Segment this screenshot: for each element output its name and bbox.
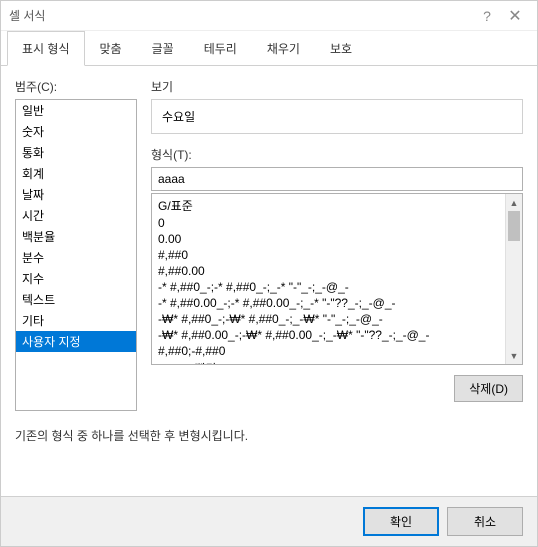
format-item[interactable]: -* #,##0.00_-;-* #,##0.00_-;_-* "-"??_-;… [152,295,505,311]
tab-alignment[interactable]: 맞춤 [85,31,137,66]
category-item-scientific[interactable]: 지수 [16,268,136,289]
format-item[interactable]: -* #,##0_-;-* #,##0_-;_-* "-"_-;_-@_- [152,279,505,295]
dialog-window: 셀 서식 ? ✕ 표시 형식 맞춤 글꼴 테두리 채우기 보호 범주(C): 일… [0,0,538,547]
preview-label: 보기 [151,78,523,95]
scrollbar[interactable]: ▲ ▼ [505,194,522,364]
category-item-accounting[interactable]: 회계 [16,163,136,184]
titlebar: 셀 서식 ? ✕ [1,1,537,31]
format-item[interactable]: #,##0 [152,247,505,263]
category-item-date[interactable]: 날짜 [16,184,136,205]
scroll-down-icon[interactable]: ▼ [506,347,522,364]
format-item[interactable]: #,##0;-#,##0 [152,343,505,359]
format-item[interactable]: -₩* #,##0_-;-₩* #,##0_-;_-₩* "-"_-;_-@_- [152,311,505,327]
scroll-thumb[interactable] [508,211,520,241]
category-item-special[interactable]: 기타 [16,310,136,331]
hint-text: 기존의 형식 중 하나를 선택한 후 변형시킵니다. [15,427,523,444]
category-listbox[interactable]: 일반 숫자 통화 회계 날짜 시간 백분율 분수 지수 텍스트 기타 사용자 지… [15,99,137,411]
format-input[interactable] [151,167,523,191]
cancel-button[interactable]: 취소 [447,507,523,536]
category-item-time[interactable]: 시간 [16,205,136,226]
delete-button[interactable]: 삭제(D) [454,375,523,402]
format-item[interactable]: #,##0.00 [152,263,505,279]
tab-border[interactable]: 테두리 [189,31,252,66]
preview-value: 수요일 [162,110,195,124]
category-item-number[interactable]: 숫자 [16,121,136,142]
tab-font[interactable]: 글꼴 [137,31,189,66]
category-item-custom[interactable]: 사용자 지정 [16,331,136,352]
window-title: 셀 서식 [9,7,473,24]
tab-fill[interactable]: 채우기 [252,31,315,66]
format-list[interactable]: G/표준 0 0.00 #,##0 #,##0.00 -* #,##0_-;-*… [151,193,523,365]
tabs: 표시 형식 맞춤 글꼴 테두리 채우기 보호 [1,31,537,66]
format-item[interactable]: 0.00 [152,231,505,247]
category-item-general[interactable]: 일반 [16,100,136,121]
format-item[interactable]: 0 [152,215,505,231]
category-label: 범주(C): [15,78,137,95]
footer: 확인 취소 [1,496,537,546]
scroll-up-icon[interactable]: ▲ [506,194,522,211]
tab-protection[interactable]: 보호 [315,31,367,66]
help-button[interactable]: ? [473,2,501,30]
scroll-track[interactable] [506,211,522,347]
preview-box: 수요일 [151,99,523,134]
tab-number-format[interactable]: 표시 형식 [7,31,85,66]
format-item[interactable]: #,##0;[빨강]-#,##0 [152,359,505,364]
category-item-fraction[interactable]: 분수 [16,247,136,268]
category-item-currency[interactable]: 통화 [16,142,136,163]
content-area: 범주(C): 일반 숫자 통화 회계 날짜 시간 백분율 분수 지수 텍스트 기… [1,66,537,496]
format-label: 형식(T): [151,146,523,163]
format-item[interactable]: G/표준 [152,196,505,215]
category-item-percentage[interactable]: 백분율 [16,226,136,247]
ok-button[interactable]: 확인 [363,507,439,536]
category-item-text[interactable]: 텍스트 [16,289,136,310]
format-item[interactable]: -₩* #,##0.00_-;-₩* #,##0.00_-;_-₩* "-"??… [152,327,505,343]
close-button[interactable]: ✕ [501,2,529,30]
